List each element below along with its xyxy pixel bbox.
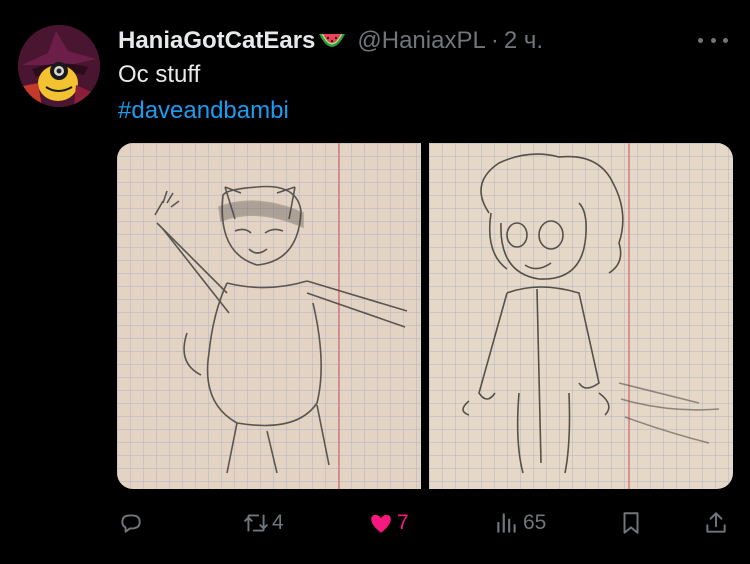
more-options-icon[interactable] [698,30,728,50]
more-dot [723,37,728,43]
tweet-actions: 4 7 65 [0,505,750,541]
media-grid [117,143,733,489]
retweet-count: 4 [272,511,284,534]
views-count: 65 [523,511,547,534]
heart-icon [371,514,391,533]
views-button[interactable]: 65 [494,505,546,541]
bookmark-button[interactable] [618,505,644,541]
share-button[interactable] [703,505,729,541]
separator-dot: · [490,27,499,54]
display-name[interactable]: HaniaGotCatEars [118,27,315,55]
avatar-image [18,25,100,107]
hashtag-link[interactable]: #daveandbambi [118,96,289,126]
like-button[interactable]: 7 [368,505,409,541]
photo-right[interactable] [429,143,733,489]
retweet-icon [244,514,268,532]
avatar[interactable] [18,25,100,107]
watermelon-icon [317,30,347,52]
tweet-text: Oc stuff [118,61,201,88]
like-count: 7 [397,511,409,534]
reply-button[interactable] [118,505,144,541]
retweet-button[interactable]: 4 [243,505,284,541]
more-dot [698,37,703,43]
timestamp[interactable]: 2 ч. [504,27,543,55]
views-icon [497,513,516,533]
reply-icon [121,514,141,533]
tweet-header: HaniaGotCatEars @HaniaxPL · 2 ч. [118,26,543,56]
share-icon [706,512,726,533]
more-dot [710,37,716,43]
user-handle[interactable]: @HaniaxPL [357,27,485,55]
photo-left[interactable] [117,143,421,489]
bookmark-icon [623,512,639,534]
